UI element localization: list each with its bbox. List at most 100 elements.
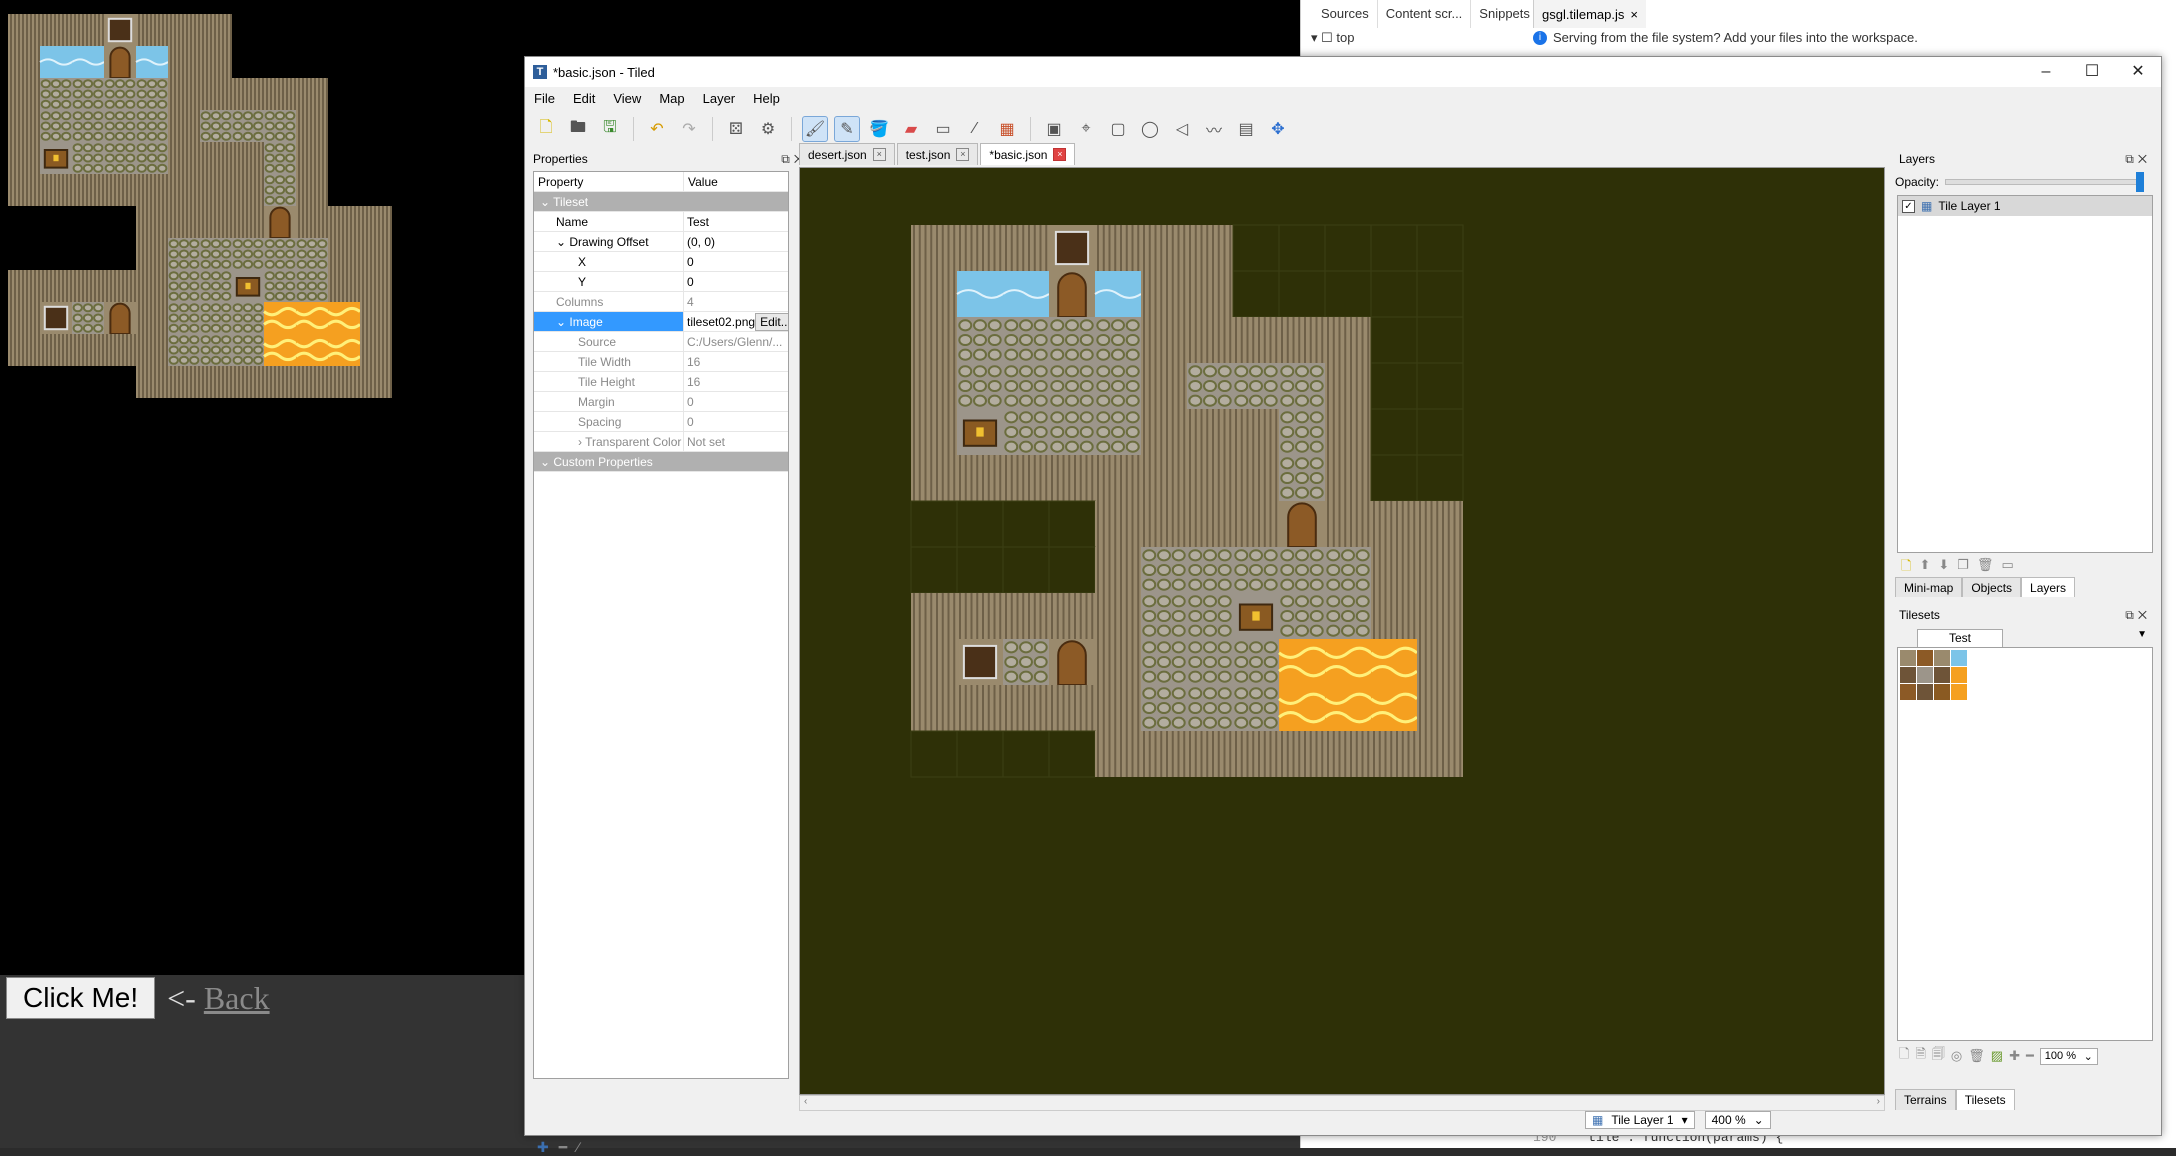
tileset-tile[interactable] [1934,667,1950,683]
chevron-down-icon[interactable]: ▼ [2137,629,2147,640]
tileset-tile[interactable] [1951,667,1967,683]
property-value[interactable]: (0, 0) [684,232,788,251]
tab-objects[interactable]: Objects [1962,577,2022,597]
property-row[interactable]: › Transparent Color Not set [534,432,788,452]
property-row[interactable]: Y0 [534,272,788,292]
tileset-tile[interactable] [1934,684,1950,700]
property-row[interactable]: ⌄ Drawing Offset (0, 0) [534,232,788,252]
property-value[interactable]: 16 [684,352,788,371]
property-value[interactable]: tileset02.png Edit... [684,312,788,331]
devtools-tab-content-scripts[interactable]: Content scr... [1378,0,1472,28]
insert-polygon-icon[interactable]: ◁ [1169,116,1195,142]
tileset-tile[interactable] [1951,684,1967,700]
property-value[interactable]: 0 [684,272,788,291]
property-row[interactable]: Spacing 0 [534,412,788,432]
scroll-left-icon[interactable]: ‹ [804,1096,807,1107]
property-row[interactable]: ⌄ Image tileset02.png Edit... [534,312,788,332]
move-icon[interactable]: ✥ [1265,116,1291,142]
undo-icon[interactable]: ↶ [644,116,670,142]
insert-rect-icon[interactable]: ▢ [1105,116,1131,142]
layer-row[interactable]: ✓ ▦ Tile Layer 1 [1898,196,2152,216]
property-value[interactable]: 4 [684,292,788,311]
tab-layers[interactable]: Layers [2021,577,2076,597]
close-icon[interactable]: × [872,148,886,161]
tab-terrains[interactable]: Terrains [1895,1089,1956,1110]
property-group-row[interactable]: ⌄ Tileset [534,192,788,212]
property-value[interactable]: Test [684,212,788,231]
export-tileset-icon[interactable]: 🗐 [1932,1045,1945,1067]
magic-wand-icon[interactable]: ⁄ [962,116,988,142]
stamp-brush-icon[interactable]: 🖌 [802,116,828,142]
edit-polygon-icon[interactable]: ⌖ [1073,116,1099,142]
tab-test-json[interactable]: test.json × [896,143,979,165]
tab-desert-json[interactable]: desert.json × [799,143,895,165]
redo-icon[interactable]: ↷ [676,116,702,142]
menu-help[interactable]: Help [744,87,789,109]
maximize-icon[interactable]: ☐ [2069,57,2115,87]
property-value[interactable]: Not set [684,432,788,451]
tileset-tile[interactable] [1900,684,1916,700]
eraser-icon[interactable]: ▰ [898,116,924,142]
click-me-button[interactable]: Click Me! [6,977,156,1019]
devtools-tab-sources[interactable]: Sources [1313,0,1378,28]
insert-tile-icon[interactable]: ▣ [1041,116,1067,142]
open-file-icon[interactable]: 🖿 [565,116,591,142]
insert-polyline-icon[interactable]: 〰 [1201,116,1227,142]
edit-terrain-icon[interactable]: ▨ [1991,1048,2003,1064]
devtools-tree-item[interactable]: ▾ ☐ top [1311,30,1354,46]
property-row[interactable]: Name Test [534,212,788,232]
current-layer-select[interactable]: ▦ Tile Layer 1 ▾ [1585,1111,1695,1129]
select-same-tile-icon[interactable]: ▦ [994,116,1020,142]
horizontal-scrollbar[interactable]: ‹ › [799,1095,1885,1111]
raise-layer-icon[interactable]: ⬆ [1919,557,1930,579]
tileset-props-icon[interactable]: ◎ [1951,1048,1962,1064]
menu-file[interactable]: File [525,87,564,109]
menu-edit[interactable]: Edit [564,87,604,109]
random-mode-icon[interactable]: ⚄ [723,116,749,142]
menu-layer[interactable]: Layer [694,87,745,109]
tab-mini-map[interactable]: Mini-map [1895,577,1963,597]
new-tileset-icon[interactable]: 🗋 [1899,1045,1909,1067]
devtools-file-tab[interactable]: gsgl.tilemap.js × [1533,0,1646,28]
zoom-in-icon[interactable]: ✚ [2009,1048,2020,1064]
panel-float-close-icons[interactable]: ⧉✕ [2125,608,2151,623]
property-row[interactable]: X0 [534,252,788,272]
tileset-tile[interactable] [1900,667,1916,683]
map-canvas[interactable] [799,167,1885,1095]
close-icon[interactable]: × [1053,148,1067,161]
property-row[interactable]: Tile Width 16 [534,352,788,372]
panel-float-close-icons[interactable]: ⧉✕ [2125,152,2151,167]
insert-ellipse-icon[interactable]: ◯ [1137,116,1163,142]
zoom-out-icon[interactable]: ━ [2026,1048,2034,1064]
minimize-icon[interactable]: – [2023,57,2069,87]
tileset-zoom-select[interactable]: 100 % ⌄ [2039,1047,2098,1065]
tileset-view[interactable] [1897,647,2153,1041]
delete-layer-icon[interactable]: 🗑 [1977,557,1994,579]
tab-tilesets[interactable]: Tilesets [1955,1089,2015,1110]
property-group-row[interactable]: ⌄ Custom Properties [534,452,788,472]
bucket-fill-icon[interactable]: 🪣 [866,116,892,142]
tileset-tab-test[interactable]: Test [1917,629,2003,647]
new-file-icon[interactable]: 🗋 [533,116,559,142]
new-layer-icon[interactable]: 🗋 [1901,557,1911,579]
tileset-tile[interactable] [1917,650,1933,666]
property-row[interactable]: Source C:/Users/Glenn/... [534,332,788,352]
tileset-image[interactable] [1900,650,1980,710]
tileset-tile[interactable] [1917,667,1933,683]
property-value[interactable]: 0 [684,392,788,411]
rect-select-icon[interactable]: ▭ [930,116,956,142]
tileset-tile[interactable] [1917,684,1933,700]
close-icon[interactable]: × [956,148,970,161]
edit-image-button[interactable]: Edit... [755,312,788,331]
tab-basic-json[interactable]: *basic.json × [980,143,1076,165]
close-icon[interactable]: ✕ [2115,57,2161,87]
import-tileset-icon[interactable]: 🗎 [1915,1045,1925,1067]
back-link[interactable]: Back [204,980,270,1016]
tileset-tile[interactable] [1951,650,1967,666]
toggle-layer-icon[interactable]: ▭ [2001,557,2013,579]
devtools-tab-snippets[interactable]: Snippets [1471,0,1539,28]
property-row[interactable]: Tile Height 16 [534,372,788,392]
tileset-tile[interactable] [1900,650,1916,666]
opacity-slider-handle[interactable] [2136,172,2145,192]
menu-map[interactable]: Map [650,87,693,109]
